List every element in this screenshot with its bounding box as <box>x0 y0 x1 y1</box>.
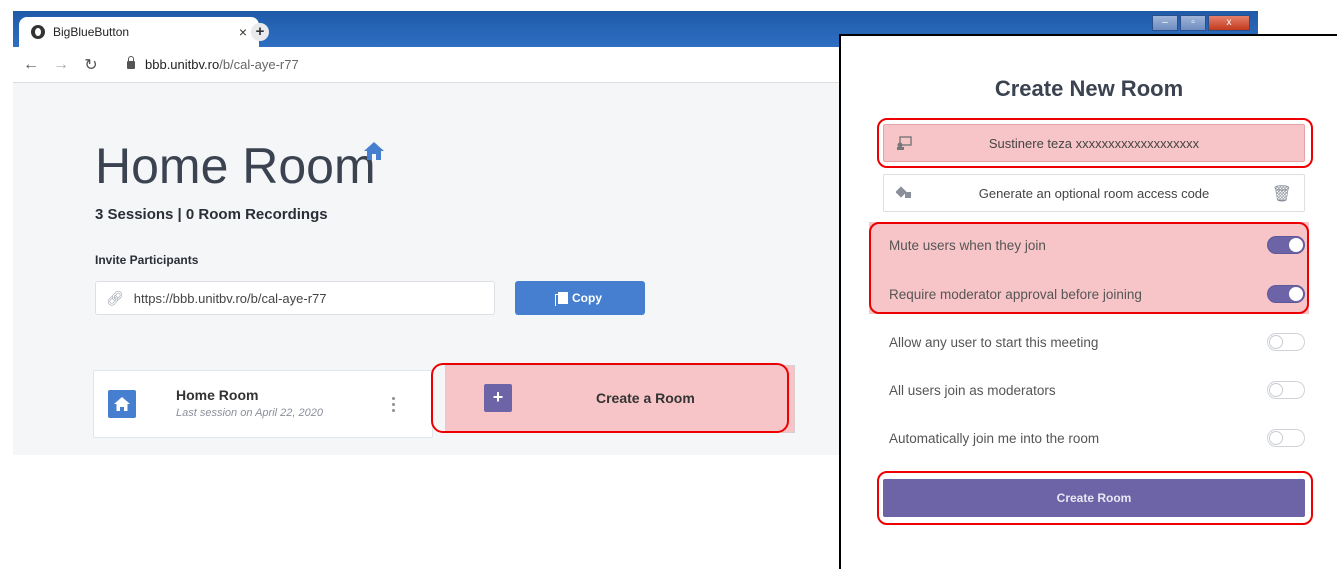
create-room-button[interactable]: Create Room <box>883 479 1305 517</box>
room-name-input[interactable]: Sustinere teza xxxxxxxxxxxxxxxxxxx <box>883 124 1305 162</box>
tab-title: BigBlueButton <box>53 25 130 39</box>
create-room-card[interactable]: + Create a Room <box>445 365 795 433</box>
option-mute-on-join: Mute users when they join <box>889 230 1305 260</box>
option-label: Automatically join me into the room <box>889 430 1100 446</box>
home-icon <box>114 397 130 411</box>
option-all-moderators: All users join as moderators <box>889 375 1305 405</box>
option-label: Require moderator approval before joinin… <box>889 286 1142 302</box>
link-icon: 🔗︎ <box>106 289 124 306</box>
window-close-icon[interactable]: x <box>1208 15 1250 31</box>
option-label: Allow any user to start this meeting <box>889 334 1099 350</box>
option-label: Mute users when they join <box>889 237 1046 253</box>
forward-arrow-icon[interactable]: → <box>49 56 73 74</box>
mute-on-join-toggle[interactable] <box>1267 236 1305 254</box>
room-icon <box>897 136 912 150</box>
invite-url-field[interactable]: 🔗︎ https://bbb.unitbv.ro/b/cal-aye-r77 <box>95 281 495 315</box>
dice-icon <box>896 186 911 198</box>
trash-icon[interactable]: 🗑︎ <box>1272 184 1292 204</box>
maximize-icon[interactable]: ▫ <box>1180 15 1206 31</box>
invite-url-text: https://bbb.unitbv.ro/b/cal-aye-r77 <box>133 290 327 306</box>
globe-icon <box>31 25 45 39</box>
option-require-approval: Require moderator approval before joinin… <box>889 279 1305 309</box>
plus-icon: + <box>484 384 512 412</box>
home-room-tile <box>108 390 136 418</box>
browser-tab[interactable]: BigBlueButton × <box>19 17 259 47</box>
room-options-icon[interactable] <box>392 397 396 415</box>
option-label: All users join as moderators <box>889 382 1056 398</box>
anyone-can-start-toggle[interactable] <box>1267 333 1305 351</box>
auto-join-toggle[interactable] <box>1267 429 1305 447</box>
room-name-value: Sustinere teza xxxxxxxxxxxxxxxxxxx <box>988 135 1200 151</box>
window-controls: – ▫ x <box>1152 15 1250 31</box>
modal-title: Create New Room <box>994 76 1184 101</box>
back-arrow-icon[interactable]: ← <box>19 56 43 74</box>
copy-button-label: Copy <box>572 291 602 305</box>
url-field[interactable]: bbb.unitbv.ro/b/cal-aye-r77 <box>145 57 299 72</box>
room-card-name: Home Room <box>176 387 259 403</box>
lock-icon <box>127 55 135 69</box>
require-approval-toggle[interactable] <box>1267 285 1305 303</box>
page-title: Home Room <box>95 138 376 194</box>
home-room-card[interactable]: Home Room Last session on April 22, 2020 <box>93 370 433 438</box>
reload-icon[interactable]: ↻ <box>79 55 103 75</box>
create-room-card-label: Create a Room <box>596 390 695 406</box>
copy-button[interactable]: Copy <box>515 281 645 315</box>
all-moderators-toggle[interactable] <box>1267 381 1305 399</box>
copy-icon <box>555 292 568 306</box>
home-icon <box>364 142 384 160</box>
option-auto-join: Automatically join me into the room <box>889 423 1305 453</box>
access-code-field[interactable]: Generate an optional room access code 🗑︎ <box>883 174 1305 212</box>
option-anyone-can-start: Allow any user to start this meeting <box>889 327 1305 357</box>
minimize-icon[interactable]: – <box>1152 15 1178 31</box>
access-code-label: Generate an optional room access code <box>978 185 1210 201</box>
url-path: /b/cal-aye-r77 <box>219 57 299 72</box>
url-host: bbb.unitbv.ro <box>145 57 220 72</box>
new-tab-button[interactable]: + <box>251 23 269 41</box>
sessions-summary: 3 Sessions | 0 Room Recordings <box>95 206 328 223</box>
close-tab-icon[interactable]: × <box>239 24 247 40</box>
create-room-modal: Create New Room Sustinere teza xxxxxxxxx… <box>839 34 1337 569</box>
invite-participants-label: Invite Participants <box>95 253 199 267</box>
room-card-last-session: Last session on April 22, 2020 <box>176 407 323 419</box>
